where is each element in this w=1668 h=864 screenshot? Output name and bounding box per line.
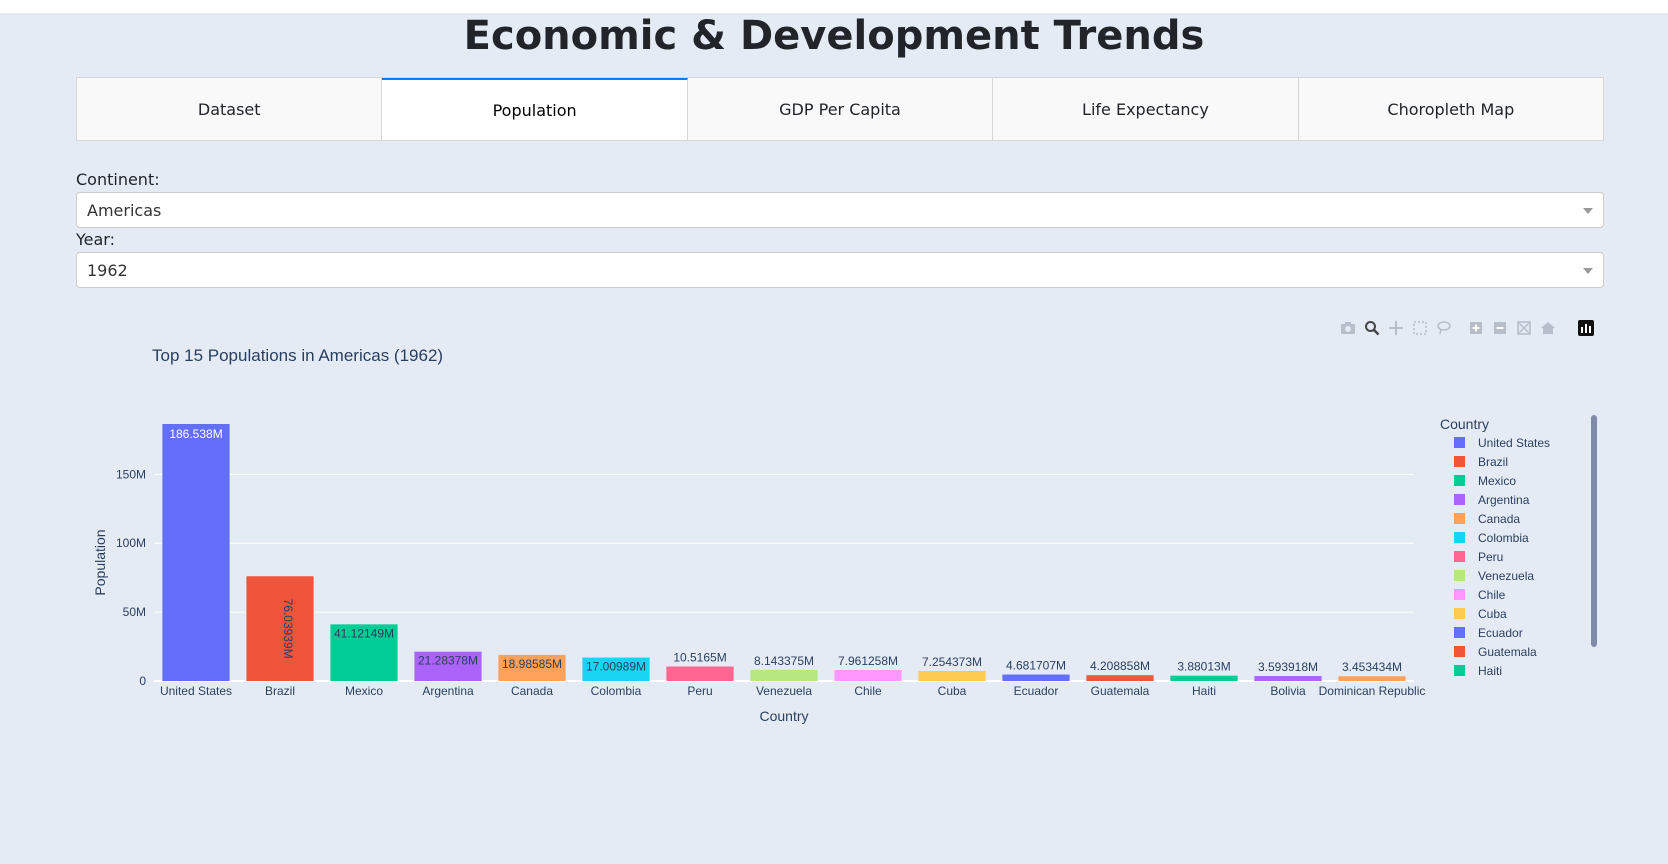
legend-item: Venezuela: [1478, 569, 1534, 583]
data-label: 3.453434M: [1342, 660, 1402, 674]
data-label: 7.254373M: [922, 655, 982, 669]
data-label: 4.681707M: [1006, 659, 1066, 673]
legend-item: Peru: [1478, 550, 1503, 564]
bar: [1086, 675, 1154, 681]
y-tick-label: 150M: [116, 467, 146, 481]
x-tick-label: United States: [160, 684, 232, 698]
bar: [918, 671, 986, 681]
legend-scrollbar[interactable]: [1591, 415, 1597, 647]
legend-swatch: [1454, 494, 1465, 505]
data-label: 76.03939M: [281, 599, 295, 659]
legend-title: Country: [1440, 416, 1489, 432]
y-tick-label: 100M: [116, 536, 146, 550]
x-tick-label: Haiti: [1192, 684, 1216, 698]
legend-item: Chile: [1478, 588, 1506, 602]
chart-title: Top 15 Populations in Americas (1962): [152, 346, 443, 365]
bar: [1170, 675, 1238, 681]
y-tick-label: 50M: [123, 605, 146, 619]
bar: [1338, 676, 1406, 681]
legend-item: Colombia: [1478, 531, 1529, 545]
x-axis-title: Country: [759, 708, 808, 724]
legend-swatch: [1454, 646, 1465, 657]
x-tick-label: Argentina: [422, 684, 474, 698]
data-label: 41.12149M: [334, 626, 394, 640]
x-tick-label: Brazil: [265, 684, 295, 698]
legend-swatch: [1454, 627, 1465, 638]
legend-swatch: [1454, 437, 1465, 448]
x-tick-label: Colombia: [591, 684, 642, 698]
x-tick-label: Dominican Republic: [1319, 684, 1426, 698]
bar: [1254, 676, 1322, 681]
bar: [246, 576, 314, 681]
legend-swatch: [1454, 570, 1465, 581]
data-label: 3.88013M: [1177, 660, 1230, 674]
legend-item: Ecuador: [1478, 626, 1523, 640]
x-tick-label: Chile: [854, 684, 882, 698]
population-chart: 0 50M 100M 150M Top 15 Populations in Americ…: [92, 346, 1597, 724]
legend-item: Brazil: [1478, 455, 1508, 469]
bar: [750, 669, 818, 681]
legend-item: United States: [1478, 436, 1550, 450]
x-tick-label: Bolivia: [1270, 684, 1306, 698]
data-label: 4.208858M: [1090, 659, 1150, 673]
legend-swatch: [1454, 513, 1465, 524]
data-label: 21.28378M: [418, 654, 478, 668]
data-label: 3.593918M: [1258, 660, 1318, 674]
y-tick-label: 0: [139, 674, 146, 688]
legend-swatch: [1454, 475, 1465, 486]
bar: [666, 666, 734, 681]
legend-item: Haiti: [1478, 664, 1502, 678]
legend-item: Canada: [1478, 512, 1520, 526]
legend-swatch: [1454, 532, 1465, 543]
legend-item: Mexico: [1478, 474, 1516, 488]
x-tick-label: Peru: [687, 684, 712, 698]
data-label: 7.961258M: [838, 654, 898, 668]
y-axis-title: Population: [92, 529, 108, 595]
data-label: 10.5165M: [673, 651, 726, 665]
x-tick-label: Ecuador: [1014, 684, 1059, 698]
legend-item: Guatemala: [1478, 645, 1537, 659]
legend-swatch: [1454, 551, 1465, 562]
bar: [834, 670, 902, 681]
legend-swatch: [1454, 456, 1465, 467]
x-tick-label: Venezuela: [756, 684, 812, 698]
legend-item: Argentina: [1478, 493, 1530, 507]
bar: [162, 424, 230, 681]
x-tick-label: Mexico: [345, 684, 383, 698]
legend-swatch: [1454, 589, 1465, 600]
data-label: 186.538M: [169, 427, 222, 441]
data-label: 18.98585M: [502, 657, 562, 671]
x-tick-label: Cuba: [938, 684, 967, 698]
data-label: 17.00989M: [586, 660, 646, 674]
legend-swatch: [1454, 665, 1465, 676]
legend-swatch: [1454, 608, 1465, 619]
data-label: 8.143375M: [754, 654, 814, 668]
x-tick-label: Guatemala: [1091, 684, 1150, 698]
legend-item: Cuba: [1478, 607, 1507, 621]
bar: [1002, 674, 1070, 681]
x-tick-label: Canada: [511, 684, 553, 698]
